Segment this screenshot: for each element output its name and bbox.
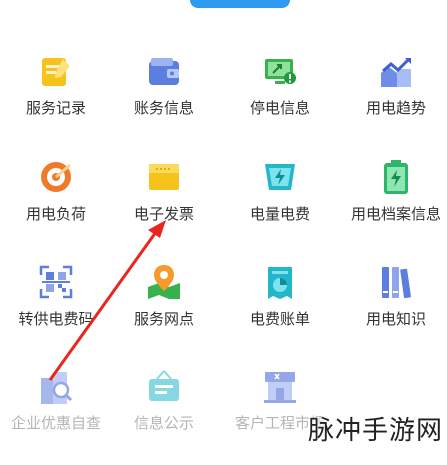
- service-label: 服务网点: [133, 310, 194, 328]
- service-item-electricity-fee[interactable]: 电量电费: [224, 160, 336, 255]
- load-gauge-icon: [41, 162, 71, 192]
- service-label: 账务信息: [133, 99, 194, 117]
- service-label: 电费账单: [249, 310, 310, 328]
- market-store-icon: [264, 372, 296, 403]
- service-item-usage-trend[interactable]: 用电趋势: [340, 55, 447, 150]
- service-label: 服务记录: [25, 99, 86, 117]
- service-label: 转供电费码: [18, 310, 94, 328]
- qr-code-icon: [39, 265, 73, 299]
- watermark-text: 脉冲手游网: [307, 416, 443, 446]
- service-item-electricity-bill[interactable]: 电费账单: [224, 265, 336, 360]
- service-label: 企业优惠自查: [10, 414, 101, 432]
- service-item-enterprise-discount[interactable]: 企业优惠自查: [0, 370, 112, 465]
- service-label: 用电负荷: [25, 205, 86, 223]
- service-label: 用电知识: [365, 310, 426, 328]
- enterprise-search-icon: [41, 372, 73, 404]
- service-item-service-outlets[interactable]: 服务网点: [108, 265, 220, 360]
- service-label: 信息公示: [133, 414, 194, 432]
- service-item-transfer-fee-code[interactable]: 转供电费码: [0, 265, 112, 360]
- service-label: 停电信息: [249, 99, 310, 117]
- service-item-usage-file[interactable]: 用电档案信息: [340, 160, 447, 255]
- service-item-e-invoice[interactable]: 电子发票: [108, 160, 220, 255]
- service-label: 用电趋势: [365, 99, 426, 117]
- service-label: 电量电费: [249, 205, 310, 223]
- service-grid: 服务记录 账务信息 停电信息 用电趋势 用电负荷 电子发票 电量电费 用电档案信…: [0, 0, 447, 453]
- invoice-icon: [149, 164, 179, 190]
- notice-board-icon: [149, 370, 179, 401]
- service-item-outage-info[interactable]: 停电信息: [224, 55, 336, 150]
- service-item-account-info[interactable]: 账务信息: [108, 55, 220, 150]
- service-item-power-knowledge[interactable]: 用电知识: [340, 265, 447, 360]
- power-outage-icon: [265, 59, 296, 84]
- service-item-power-load[interactable]: 用电负荷: [0, 160, 112, 255]
- service-item-info-disclosure[interactable]: 信息公示: [108, 370, 220, 465]
- service-label: 用电档案信息: [350, 205, 441, 223]
- books-icon: [382, 267, 411, 299]
- trend-chart-icon: [381, 57, 411, 87]
- battery-file-icon: [384, 160, 408, 194]
- service-item-service-record[interactable]: 服务记录: [0, 55, 112, 150]
- service-label: 电子发票: [133, 205, 194, 223]
- wallet-icon: [149, 58, 179, 85]
- service-record-icon: [42, 58, 70, 86]
- bill-icon: [268, 267, 292, 299]
- electricity-fee-icon: [265, 164, 295, 190]
- map-pin-icon: [148, 265, 180, 299]
